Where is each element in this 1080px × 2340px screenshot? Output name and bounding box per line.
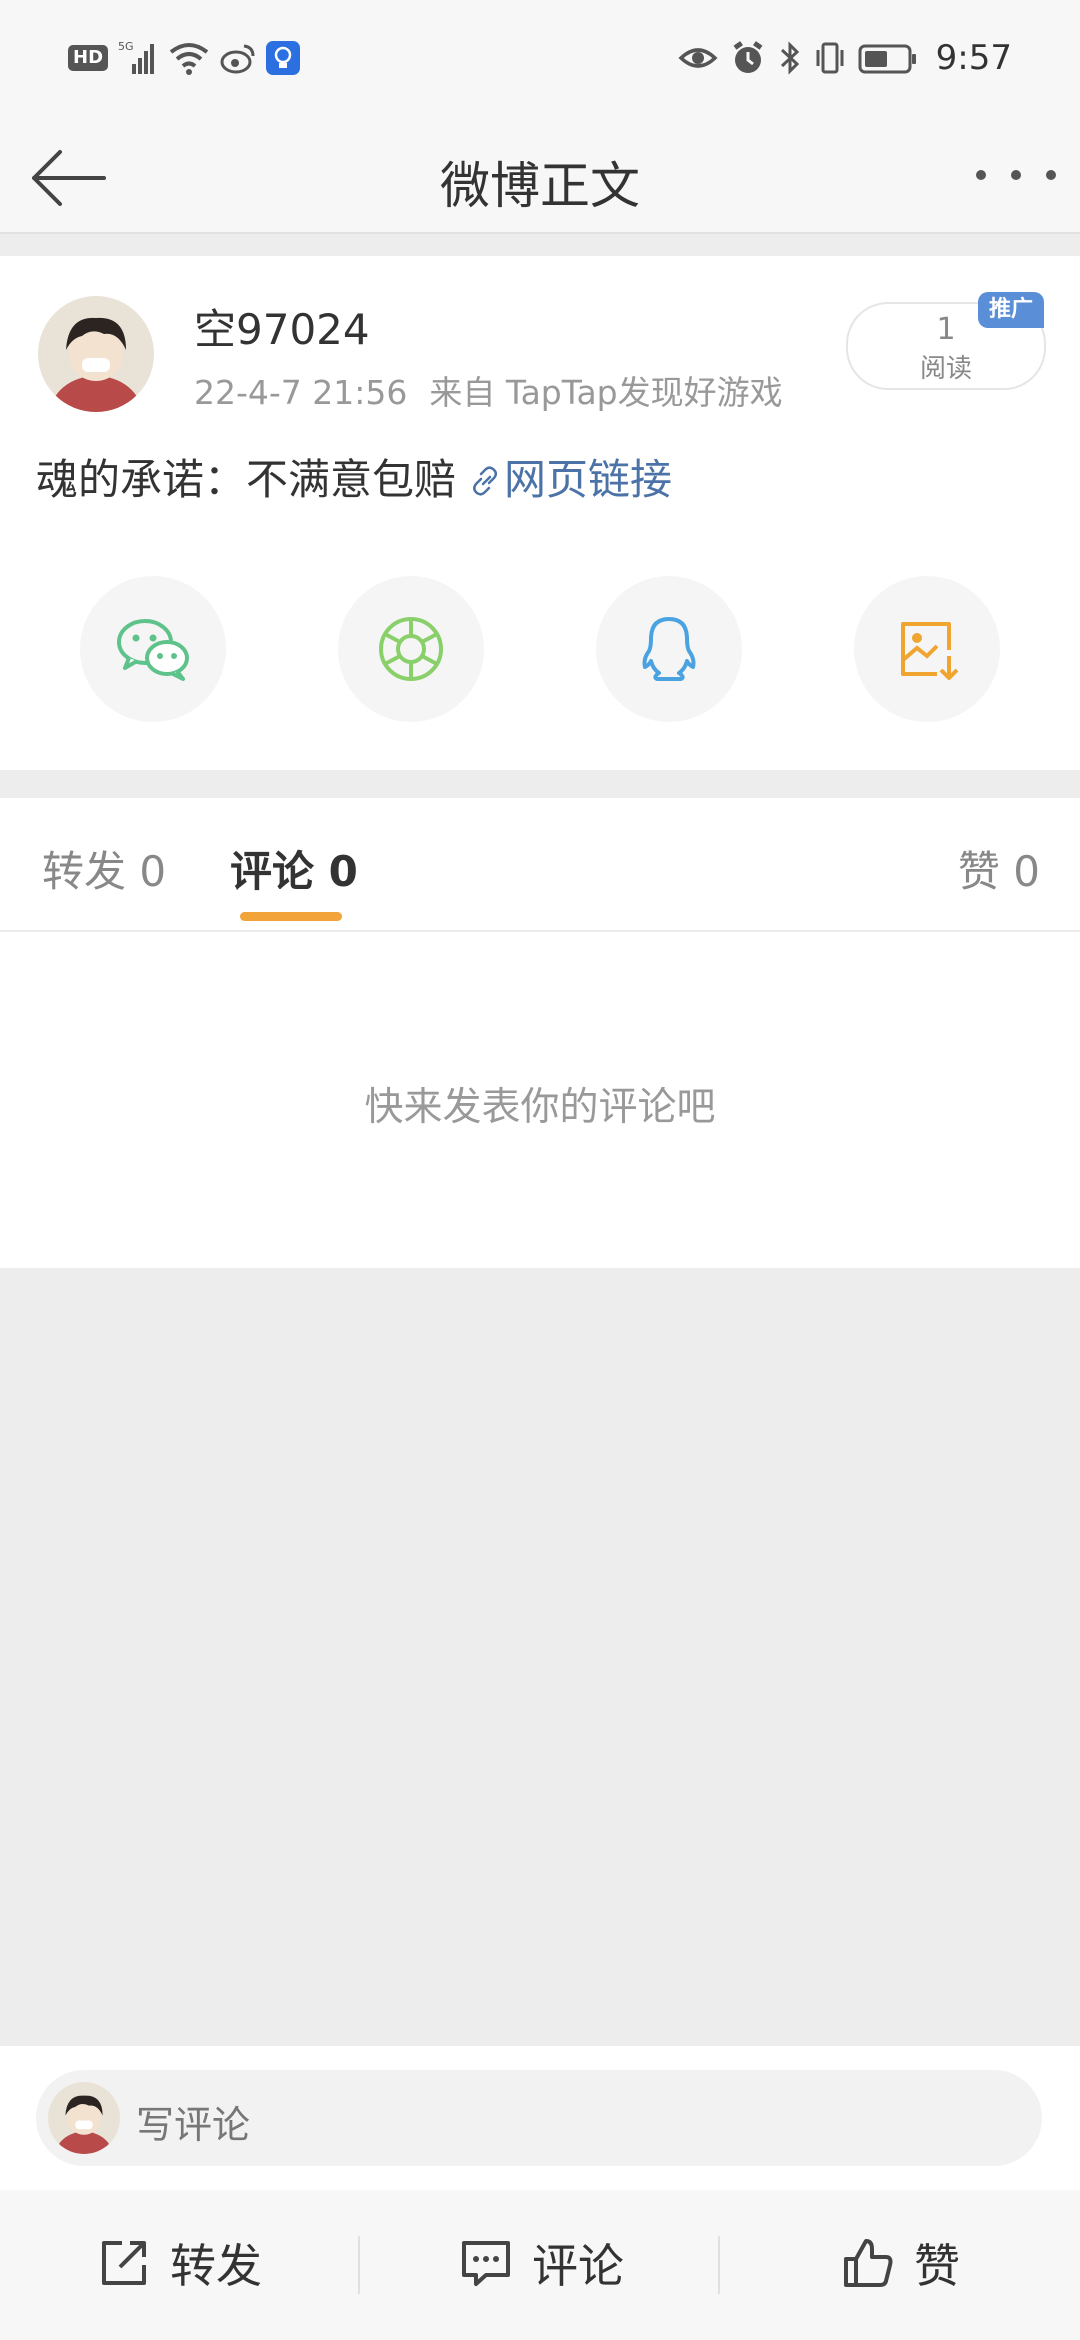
share-out-icon: [102, 2241, 146, 2285]
weibo-icon: [220, 44, 255, 74]
page-title: 微博正文: [440, 157, 640, 215]
share-qq-button[interactable]: [596, 576, 742, 722]
alarm-icon: [733, 41, 763, 73]
clock: 9:57: [935, 38, 1012, 78]
tab-repost-count: 0: [139, 847, 167, 896]
post-text: 魂的承诺：不满意包赔 网页链接: [36, 446, 672, 507]
post-body: 魂的承诺：不满意包赔: [36, 455, 457, 504]
comments-list: 快来发表你的评论吧: [0, 932, 1080, 1268]
status-left: HD 5G: [68, 38, 301, 78]
action-divider: [358, 2236, 360, 2294]
username[interactable]: 空97024: [194, 296, 370, 357]
battery-icon: [858, 44, 916, 74]
my-avatar: [48, 2082, 120, 2154]
save-image-icon: [901, 622, 959, 680]
more-dot-icon: [1046, 170, 1056, 180]
avatar-image: [38, 296, 154, 412]
network-label: 5G: [118, 40, 134, 53]
post-meta: 22-4-7 21:56 来自 TapTap发现好游戏: [194, 366, 783, 414]
hd-indicator: HD: [68, 45, 109, 71]
comment-placeholder: 写评论: [136, 2103, 251, 2147]
comment-input-bar: 写评论: [0, 2046, 1080, 2190]
promo-badge: 推广: [978, 292, 1044, 328]
web-link[interactable]: 网页链接: [504, 455, 672, 504]
wifi-icon: [169, 43, 209, 75]
tab-repost-label: 转发: [42, 847, 127, 896]
share-wechat-button[interactable]: [80, 576, 226, 722]
post-source[interactable]: 来自 TapTap发现好游戏: [429, 373, 782, 412]
status-bar: HD 5G 9:57: [0, 0, 1080, 120]
bluetooth-icon: [780, 41, 799, 75]
post-timestamp: 22-4-7 21:56: [194, 373, 408, 412]
action-divider: [718, 2236, 720, 2294]
tab-likes-count: 0: [1013, 847, 1040, 896]
more-dot-icon: [1011, 170, 1021, 180]
signal-icon: 5G: [118, 40, 155, 74]
link-icon: [473, 466, 498, 496]
tab-repost[interactable]: 转发 0: [42, 838, 166, 899]
more-button[interactable]: [976, 150, 1056, 200]
share-moments-button[interactable]: [338, 576, 484, 722]
comment-label: 评论: [532, 2239, 624, 2293]
avatar[interactable]: [38, 296, 154, 412]
tab-comments-count: 0: [328, 847, 358, 896]
comment-icon: [462, 2241, 510, 2286]
repost-label: 转发: [170, 2239, 262, 2293]
tab-likes-label: 赞: [957, 847, 1000, 896]
bulb-app-icon: [266, 41, 301, 75]
empty-comments-text: 快来发表你的评论吧: [364, 1085, 716, 1130]
vibrate-icon: [816, 42, 844, 74]
my-avatar-image: [48, 2082, 120, 2154]
save-image-button[interactable]: [854, 576, 1000, 722]
like-label: 赞: [914, 2239, 960, 2293]
interaction-tabs: 转发 0 评论 0 赞 0: [0, 798, 1080, 932]
thumbs-up-icon: [844, 2239, 893, 2287]
wechat-icon: [117, 619, 189, 681]
share-row: [0, 576, 1080, 722]
read-label: 阅读: [919, 354, 972, 384]
post-card: 空97024 22-4-7 21:56 来自 TapTap发现好游戏 1 阅读 推…: [0, 256, 1080, 770]
moments-icon: [379, 617, 443, 681]
tab-likes[interactable]: 赞 0: [958, 838, 1040, 899]
more-dot-icon: [976, 170, 986, 180]
eye-icon: [678, 48, 718, 68]
status-right: 9:57: [678, 38, 1012, 78]
qq-icon: [642, 617, 696, 681]
comment-button[interactable]: 评论: [460, 2230, 624, 2296]
title-bar: 微博正文: [0, 120, 1080, 234]
tab-comments[interactable]: 评论 0: [230, 838, 358, 899]
like-button[interactable]: 赞: [842, 2230, 960, 2296]
comment-input[interactable]: 写评论: [36, 2070, 1042, 2166]
tab-comments-label: 评论: [230, 847, 315, 896]
repost-button[interactable]: 转发: [98, 2230, 262, 2296]
active-tab-indicator: [240, 912, 342, 921]
bottom-action-bar: 转发 评论 赞: [0, 2190, 1080, 2340]
